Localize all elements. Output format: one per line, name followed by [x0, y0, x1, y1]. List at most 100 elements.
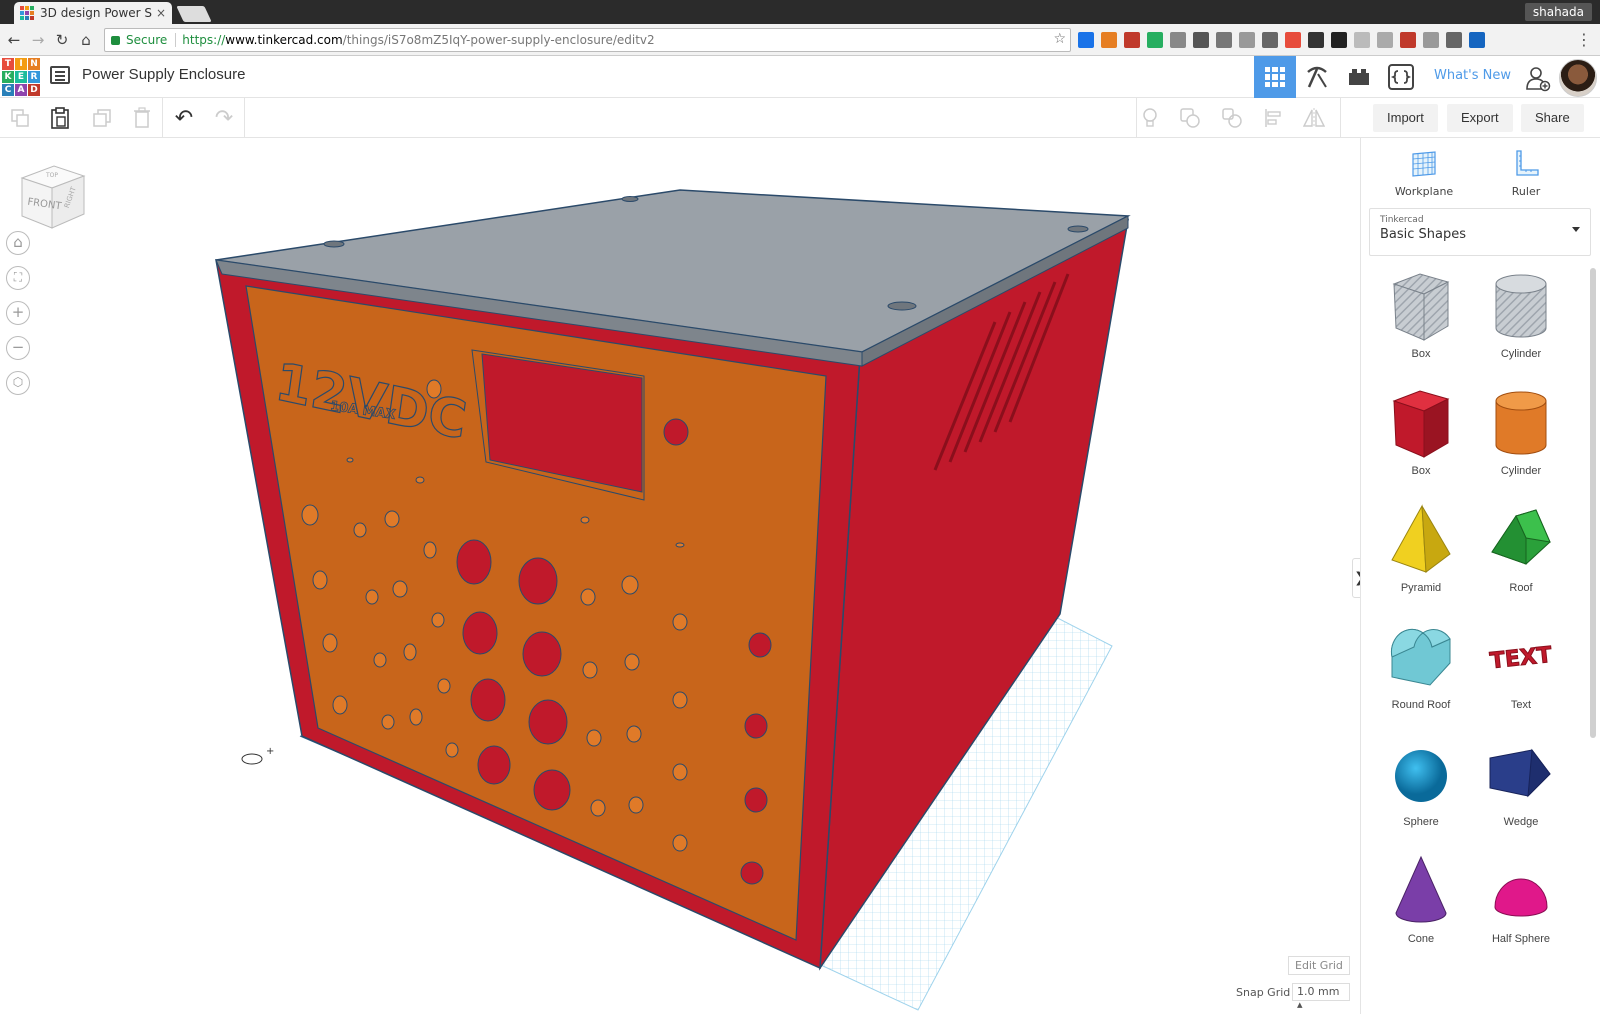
copy-icon[interactable]	[8, 106, 32, 130]
panel-hole	[365, 589, 379, 605]
browser-extension-icon[interactable]	[1239, 32, 1255, 48]
browser-extension-icon[interactable]	[1400, 32, 1416, 48]
browser-extension-icon[interactable]	[1285, 32, 1301, 48]
snap-grid-select[interactable]: 1.0 mm ▴	[1292, 983, 1350, 1011]
home-icon[interactable]: ⌂	[76, 30, 96, 50]
logo-letter: R	[28, 71, 40, 83]
edit-grid-button[interactable]: Edit Grid	[1288, 956, 1350, 975]
logo-letter: C	[2, 84, 14, 96]
browser-extension-icon[interactable]	[1193, 32, 1209, 48]
shape-pyramid[interactable]: Pyramid	[1371, 496, 1471, 614]
tinkercad-logo[interactable]: TIN KER CAD	[2, 58, 40, 96]
browser-tab[interactable]: 3D design Power Su ×	[14, 2, 172, 24]
browser-extension-icon[interactable]	[1423, 32, 1439, 48]
browser-extension-icon[interactable]	[1101, 32, 1117, 48]
forward-icon[interactable]: →	[28, 30, 48, 50]
roof-icon	[1471, 502, 1571, 578]
redo-icon[interactable]: ↷	[212, 106, 236, 131]
shape-label: Round Roof	[1391, 699, 1451, 711]
browser-menu-icon[interactable]: ⋮	[1576, 30, 1592, 49]
close-tab-icon[interactable]: ×	[156, 6, 166, 20]
url-path: /things/iS7o8mZ5IqY-power-supply-enclosu…	[342, 33, 655, 47]
share-button[interactable]: Share	[1521, 104, 1584, 132]
browser-extension-icon[interactable]	[1331, 32, 1347, 48]
origin-plus-icon: +	[266, 746, 274, 757]
shape-cylinder[interactable]: Cylinder	[1471, 379, 1571, 497]
workplane-icon	[1412, 151, 1436, 177]
shape-cone[interactable]: Cone	[1371, 847, 1471, 965]
new-tab-button[interactable]	[176, 6, 212, 22]
toolbar-separator	[162, 98, 163, 138]
shape-cylinder-hole[interactable]: Cylinder	[1471, 262, 1571, 380]
browser-extension-icon[interactable]	[1124, 32, 1140, 48]
omnibox-divider	[175, 33, 177, 47]
browser-user-name[interactable]: shahada	[1524, 3, 1592, 21]
shape-roof[interactable]: Roof	[1471, 496, 1571, 614]
export-button[interactable]: Export	[1447, 104, 1513, 132]
lightbulb-icon[interactable]	[1138, 106, 1162, 130]
shape-box-hole[interactable]: Box	[1371, 262, 1471, 380]
whats-new-link[interactable]: What's New	[1434, 68, 1511, 83]
back-icon[interactable]: ←	[4, 30, 24, 50]
workplane-button[interactable]: Workplane	[1379, 148, 1469, 198]
panel-hole	[312, 570, 328, 590]
panel-hole	[624, 653, 640, 671]
group-icon[interactable]	[1178, 106, 1202, 130]
3d-scene[interactable]: 12VDC 10A MAX +	[0, 138, 1360, 1014]
browser-extension-icon[interactable]	[1170, 32, 1186, 48]
import-button[interactable]: Import	[1373, 104, 1438, 132]
svg-text:TEXT: TEXT	[1489, 643, 1553, 674]
shape-label: Box	[1411, 348, 1431, 360]
workplane-label: Workplane	[1394, 185, 1454, 198]
address-bar[interactable]: Secure https://www.tinkercad.com/things/…	[104, 28, 1071, 52]
duplicate-icon[interactable]	[90, 106, 114, 130]
panel-hole	[409, 708, 423, 726]
user-avatar[interactable]	[1559, 59, 1597, 97]
design-title[interactable]: Power Supply Enclosure	[82, 66, 245, 83]
shape-box[interactable]: Box	[1371, 379, 1471, 497]
mirror-icon[interactable]	[1302, 106, 1326, 130]
panel-hole	[740, 861, 764, 885]
code-view-button[interactable]	[1380, 56, 1422, 98]
browser-extension-icon[interactable]	[1354, 32, 1370, 48]
shape-sphere[interactable]: Sphere	[1371, 730, 1471, 848]
url-scheme: https://	[182, 33, 226, 47]
reload-icon[interactable]: ↻	[52, 30, 72, 50]
add-user-icon[interactable]	[1524, 64, 1552, 96]
ruler-button[interactable]: Ruler	[1481, 148, 1571, 198]
align-icon[interactable]	[1262, 106, 1286, 130]
3d-design-view-button[interactable]	[1254, 56, 1296, 98]
browser-extension-icon[interactable]	[1308, 32, 1324, 48]
shape-library-select[interactable]: Tinkercad Basic Shapes	[1369, 208, 1591, 256]
panel-hole	[423, 541, 437, 559]
panel-scrollbar[interactable]	[1590, 268, 1596, 738]
panel-hole	[332, 695, 348, 715]
panel-hole	[346, 457, 354, 463]
delete-icon[interactable]	[130, 106, 154, 130]
shape-half-sphere[interactable]: Half Sphere	[1471, 847, 1571, 965]
shape-text[interactable]: TEXT Text	[1471, 613, 1571, 731]
bricks-view-button[interactable]	[1338, 56, 1380, 98]
codeblocks-view-button[interactable]	[1296, 56, 1338, 98]
shape-round-roof[interactable]: Round Roof	[1371, 613, 1471, 731]
panel-hole	[403, 643, 417, 661]
bricks-icon	[1349, 69, 1369, 85]
ungroup-icon[interactable]	[1220, 106, 1244, 130]
browser-extension-icon[interactable]	[1078, 32, 1094, 48]
paste-icon[interactable]	[48, 106, 72, 130]
bookmark-star-icon[interactable]: ☆	[1053, 31, 1066, 47]
browser-extension-icon[interactable]	[1262, 32, 1278, 48]
shapes-panel: Workplane Ruler Tinkercad Basic Shapes B…	[1360, 138, 1600, 1014]
workplane-canvas[interactable]: FRONT RIGHT TOP ⌂ ⛶ + − ⬡ 12VDC 10A MAX …	[0, 138, 1360, 1014]
ruler-label: Ruler	[1511, 185, 1541, 198]
browser-extension-icon[interactable]	[1216, 32, 1232, 48]
browser-extension-icon[interactable]	[1469, 32, 1485, 48]
browser-extension-icon[interactable]	[1446, 32, 1462, 48]
design-list-icon[interactable]	[50, 66, 70, 84]
toolbar-separator	[244, 98, 245, 138]
undo-icon[interactable]: ↶	[172, 106, 196, 131]
shape-label: Wedge	[1503, 816, 1539, 828]
browser-extension-icon[interactable]	[1377, 32, 1393, 48]
shape-wedge[interactable]: Wedge	[1471, 730, 1571, 848]
browser-extension-icon[interactable]	[1147, 32, 1163, 48]
